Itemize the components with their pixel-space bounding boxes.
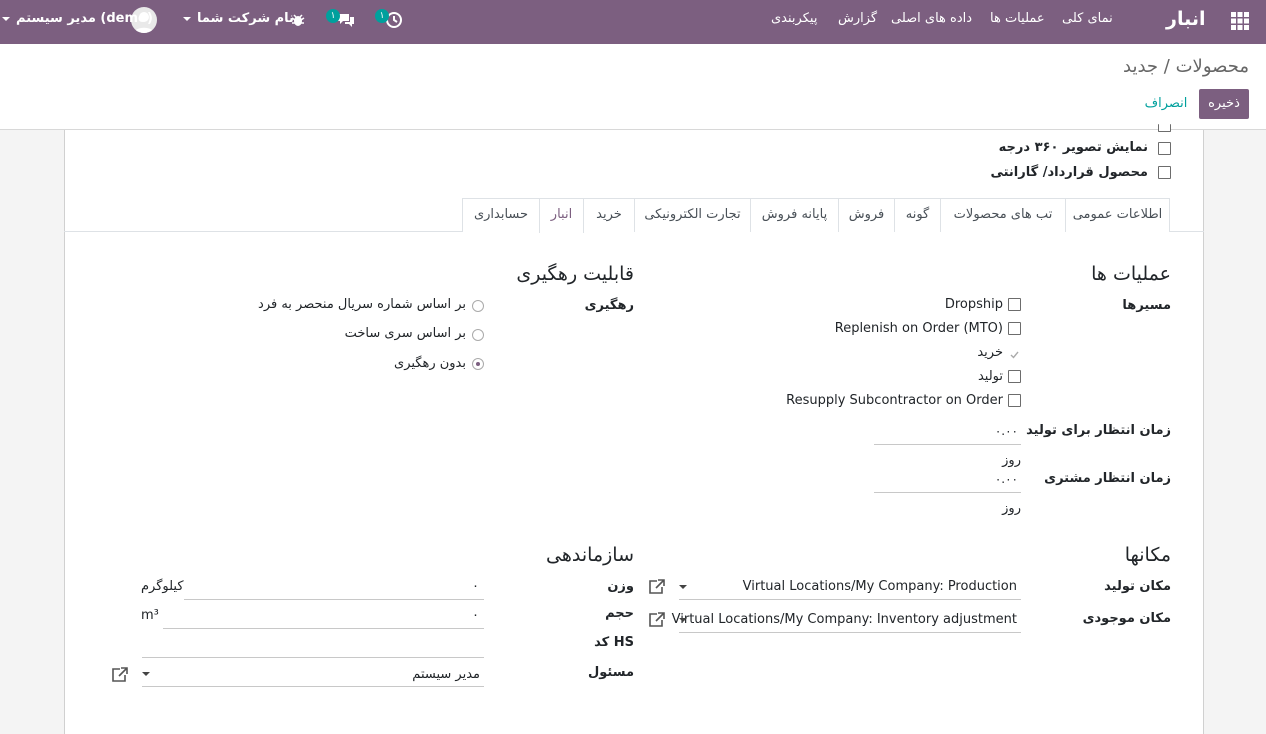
tab-pos[interactable]: پایانه فروش xyxy=(750,198,839,232)
external-link-icon[interactable] xyxy=(110,666,130,684)
route-mto-label: Replenish on Order (MTO) xyxy=(834,321,1003,336)
chevron-down-icon xyxy=(183,16,191,21)
customer-lead-underline xyxy=(874,492,1021,493)
breadcrumb-current: جدید xyxy=(1123,56,1159,77)
tab-accounting[interactable]: حسابداری xyxy=(462,198,540,232)
production-location-input[interactable]: Virtual Locations/My Company: Production xyxy=(743,579,1017,594)
route-dropship-label: Dropship xyxy=(944,297,1003,312)
activity-badge: ۱ xyxy=(375,9,389,23)
manufacturing-lead-unit: روز xyxy=(1002,453,1021,468)
tracking-serial-radio[interactable] xyxy=(472,300,484,312)
tracking-lot-label: بر اساس سری ساخت xyxy=(344,326,466,341)
menu-reporting[interactable]: گزارش xyxy=(838,11,877,26)
responsible-input[interactable]: مدیر سیستم xyxy=(412,667,480,682)
tab-ecommerce[interactable]: تجارت الکترونیکی xyxy=(634,198,751,232)
tab-inventory[interactable]: انبار xyxy=(539,198,584,233)
tracking-none-label: بدون رهگیری xyxy=(394,356,466,371)
manufacturing-lead-underline xyxy=(874,444,1021,445)
control-panel: محصولات / جدید ذخیره انصراف xyxy=(0,44,1266,130)
tracking-none-radio[interactable] xyxy=(472,358,484,370)
weight-underline xyxy=(184,599,484,600)
locations-title: مکانها xyxy=(1124,544,1171,566)
inventory-location-input[interactable]: Virtual Locations/My Company: Inventory … xyxy=(672,612,1017,627)
traceability-title: قابلیت رهگیری xyxy=(516,263,634,285)
customer-lead-unit: روز xyxy=(1002,501,1021,516)
weight-input[interactable]: ۰ xyxy=(472,579,479,594)
external-link-icon[interactable] xyxy=(647,578,667,596)
tab-general-info[interactable]: اطلاعات عمومی xyxy=(1065,198,1170,232)
tracking-label: رهگیری xyxy=(584,298,634,313)
tracking-serial-label: بر اساس شماره سریال منحصر به فرد xyxy=(258,297,466,312)
manufacturing-lead-input[interactable]: ۰.۰۰ xyxy=(995,424,1018,438)
organization-title: سازماندهی xyxy=(546,544,634,566)
check-icon xyxy=(1010,351,1019,359)
contract-warranty-label: محصول قرارداد/ گارانتی xyxy=(990,165,1148,180)
operations-title: عملیات ها xyxy=(1091,263,1171,285)
menu-master-data[interactable]: داده های اصلی xyxy=(891,11,972,26)
route-manufacture-label: تولید xyxy=(977,369,1003,384)
clipped-option-checkbox[interactable] xyxy=(1158,124,1171,132)
weight-unit: کیلوگرم xyxy=(141,579,184,594)
menu-overview[interactable]: نمای کلی xyxy=(1062,11,1113,26)
manufacturing-lead-label: زمان انتظار برای تولید xyxy=(1026,423,1171,438)
responsible-underline xyxy=(142,686,484,687)
route-buy-label: خرید xyxy=(977,345,1003,360)
volume-unit: m³ xyxy=(141,608,159,623)
user-name: مدیر سیستم (demo) xyxy=(16,11,153,26)
tab-purchase[interactable]: خرید xyxy=(583,198,635,232)
menu-configuration[interactable]: پیکربندی xyxy=(771,11,817,26)
inventory-location-label: مکان موجودی xyxy=(1082,611,1171,626)
discard-button[interactable]: انصراف xyxy=(1140,89,1192,119)
tab-variants[interactable]: گونه xyxy=(894,198,941,232)
tab-sales[interactable]: فروش xyxy=(838,198,895,232)
show-360-checkbox[interactable] xyxy=(1158,142,1171,155)
menu-operations[interactable]: عملیات ها xyxy=(990,11,1045,26)
chevron-down-icon[interactable] xyxy=(142,672,150,676)
contract-warranty-checkbox[interactable] xyxy=(1158,166,1171,179)
route-manufacture-checkbox[interactable] xyxy=(1008,370,1021,383)
tracking-lot-radio[interactable] xyxy=(472,329,484,341)
route-subcontract-label: Resupply Subcontractor on Order xyxy=(786,393,1003,408)
volume-input[interactable]: ۰ xyxy=(472,608,479,623)
breadcrumb: محصولات / جدید xyxy=(1123,56,1249,77)
weight-label: وزن xyxy=(607,579,634,594)
hs-code-label: کد HS xyxy=(594,635,634,650)
apps-menu-icon[interactable] xyxy=(1231,12,1249,30)
volume-label: حجم xyxy=(605,606,634,621)
volume-underline xyxy=(163,628,484,629)
customer-lead-input[interactable]: ۰.۰۰ xyxy=(995,472,1018,486)
save-button[interactable]: ذخیره xyxy=(1199,89,1249,119)
chevron-down-icon[interactable] xyxy=(679,618,687,622)
inventory-location-underline xyxy=(679,632,1021,633)
app-name[interactable]: انبار xyxy=(1166,8,1205,30)
responsible-label: مسئول xyxy=(587,665,634,680)
company-name: نام شرکت شما xyxy=(197,11,294,26)
breadcrumb-separator: / xyxy=(1163,56,1170,77)
route-subcontract-checkbox[interactable] xyxy=(1008,394,1021,407)
company-switcher[interactable]: نام شرکت شما xyxy=(183,11,294,26)
tab-product-tabs[interactable]: تب های محصولات xyxy=(940,198,1066,232)
breadcrumb-root[interactable]: محصولات xyxy=(1176,56,1249,77)
route-buy-checkbox[interactable] xyxy=(1008,346,1021,359)
external-link-icon[interactable] xyxy=(647,611,667,629)
show-360-label: نمایش تصویر ۳۶۰ درجه xyxy=(998,140,1148,155)
routes-label: مسیرها xyxy=(1122,298,1171,313)
hs-code-underline[interactable] xyxy=(142,657,484,658)
top-navbar: انبار نمای کلی عملیات ها داده های اصلی گ… xyxy=(0,0,1266,44)
customer-lead-label: زمان انتظار مشتری xyxy=(1044,471,1171,486)
user-menu[interactable]: مدیر سیستم (demo) xyxy=(2,11,153,26)
chevron-down-icon[interactable] xyxy=(679,585,687,589)
production-location-underline xyxy=(679,599,1021,600)
production-location-label: مکان تولید xyxy=(1104,579,1171,594)
route-dropship-checkbox[interactable] xyxy=(1008,298,1021,311)
route-mto-checkbox[interactable] xyxy=(1008,322,1021,335)
messages-badge: ۱ xyxy=(326,9,340,23)
chevron-down-icon xyxy=(2,16,10,21)
